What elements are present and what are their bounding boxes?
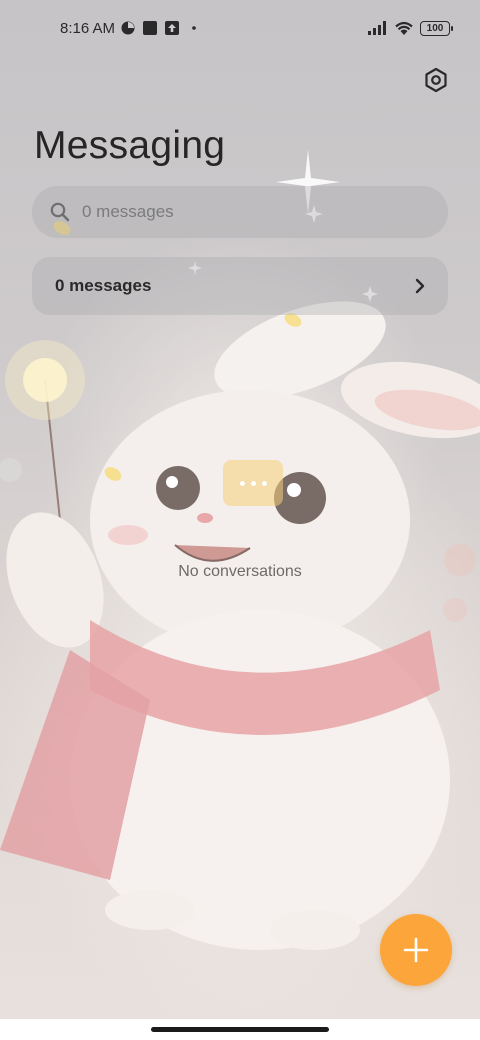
status-notification-icons: [121, 21, 201, 35]
home-indicator[interactable]: [151, 1027, 329, 1032]
wifi-icon: [395, 21, 413, 35]
new-message-button[interactable]: [380, 914, 452, 986]
page-title: Messaging: [34, 124, 226, 167]
upload-icon: [165, 21, 180, 35]
status-system-icons: 100: [368, 20, 453, 36]
chat-bubble-icon: [223, 460, 283, 506]
messages-row[interactable]: 0 messages: [32, 257, 448, 315]
square-icon: [143, 21, 158, 35]
messages-row-label: 0 messages: [55, 276, 152, 295]
status-bar: 8:16 AM 100: [0, 0, 480, 56]
empty-state-text: No conversations: [178, 563, 302, 580]
status-time: 8:16 AM: [60, 19, 116, 37]
plus-icon: [403, 937, 429, 963]
hexagon-settings-icon: [425, 67, 447, 93]
signal-icon: [368, 21, 386, 35]
battery-icon: 100: [420, 20, 453, 36]
chevron-right-icon: [415, 278, 425, 294]
dot-icon: [121, 21, 135, 35]
search-placeholder: 0 messages: [82, 202, 174, 221]
search-bar[interactable]: 0 messages: [32, 186, 448, 238]
search-icon: [50, 202, 70, 222]
small-dot-icon: [192, 26, 196, 30]
settings-button[interactable]: [420, 64, 452, 96]
